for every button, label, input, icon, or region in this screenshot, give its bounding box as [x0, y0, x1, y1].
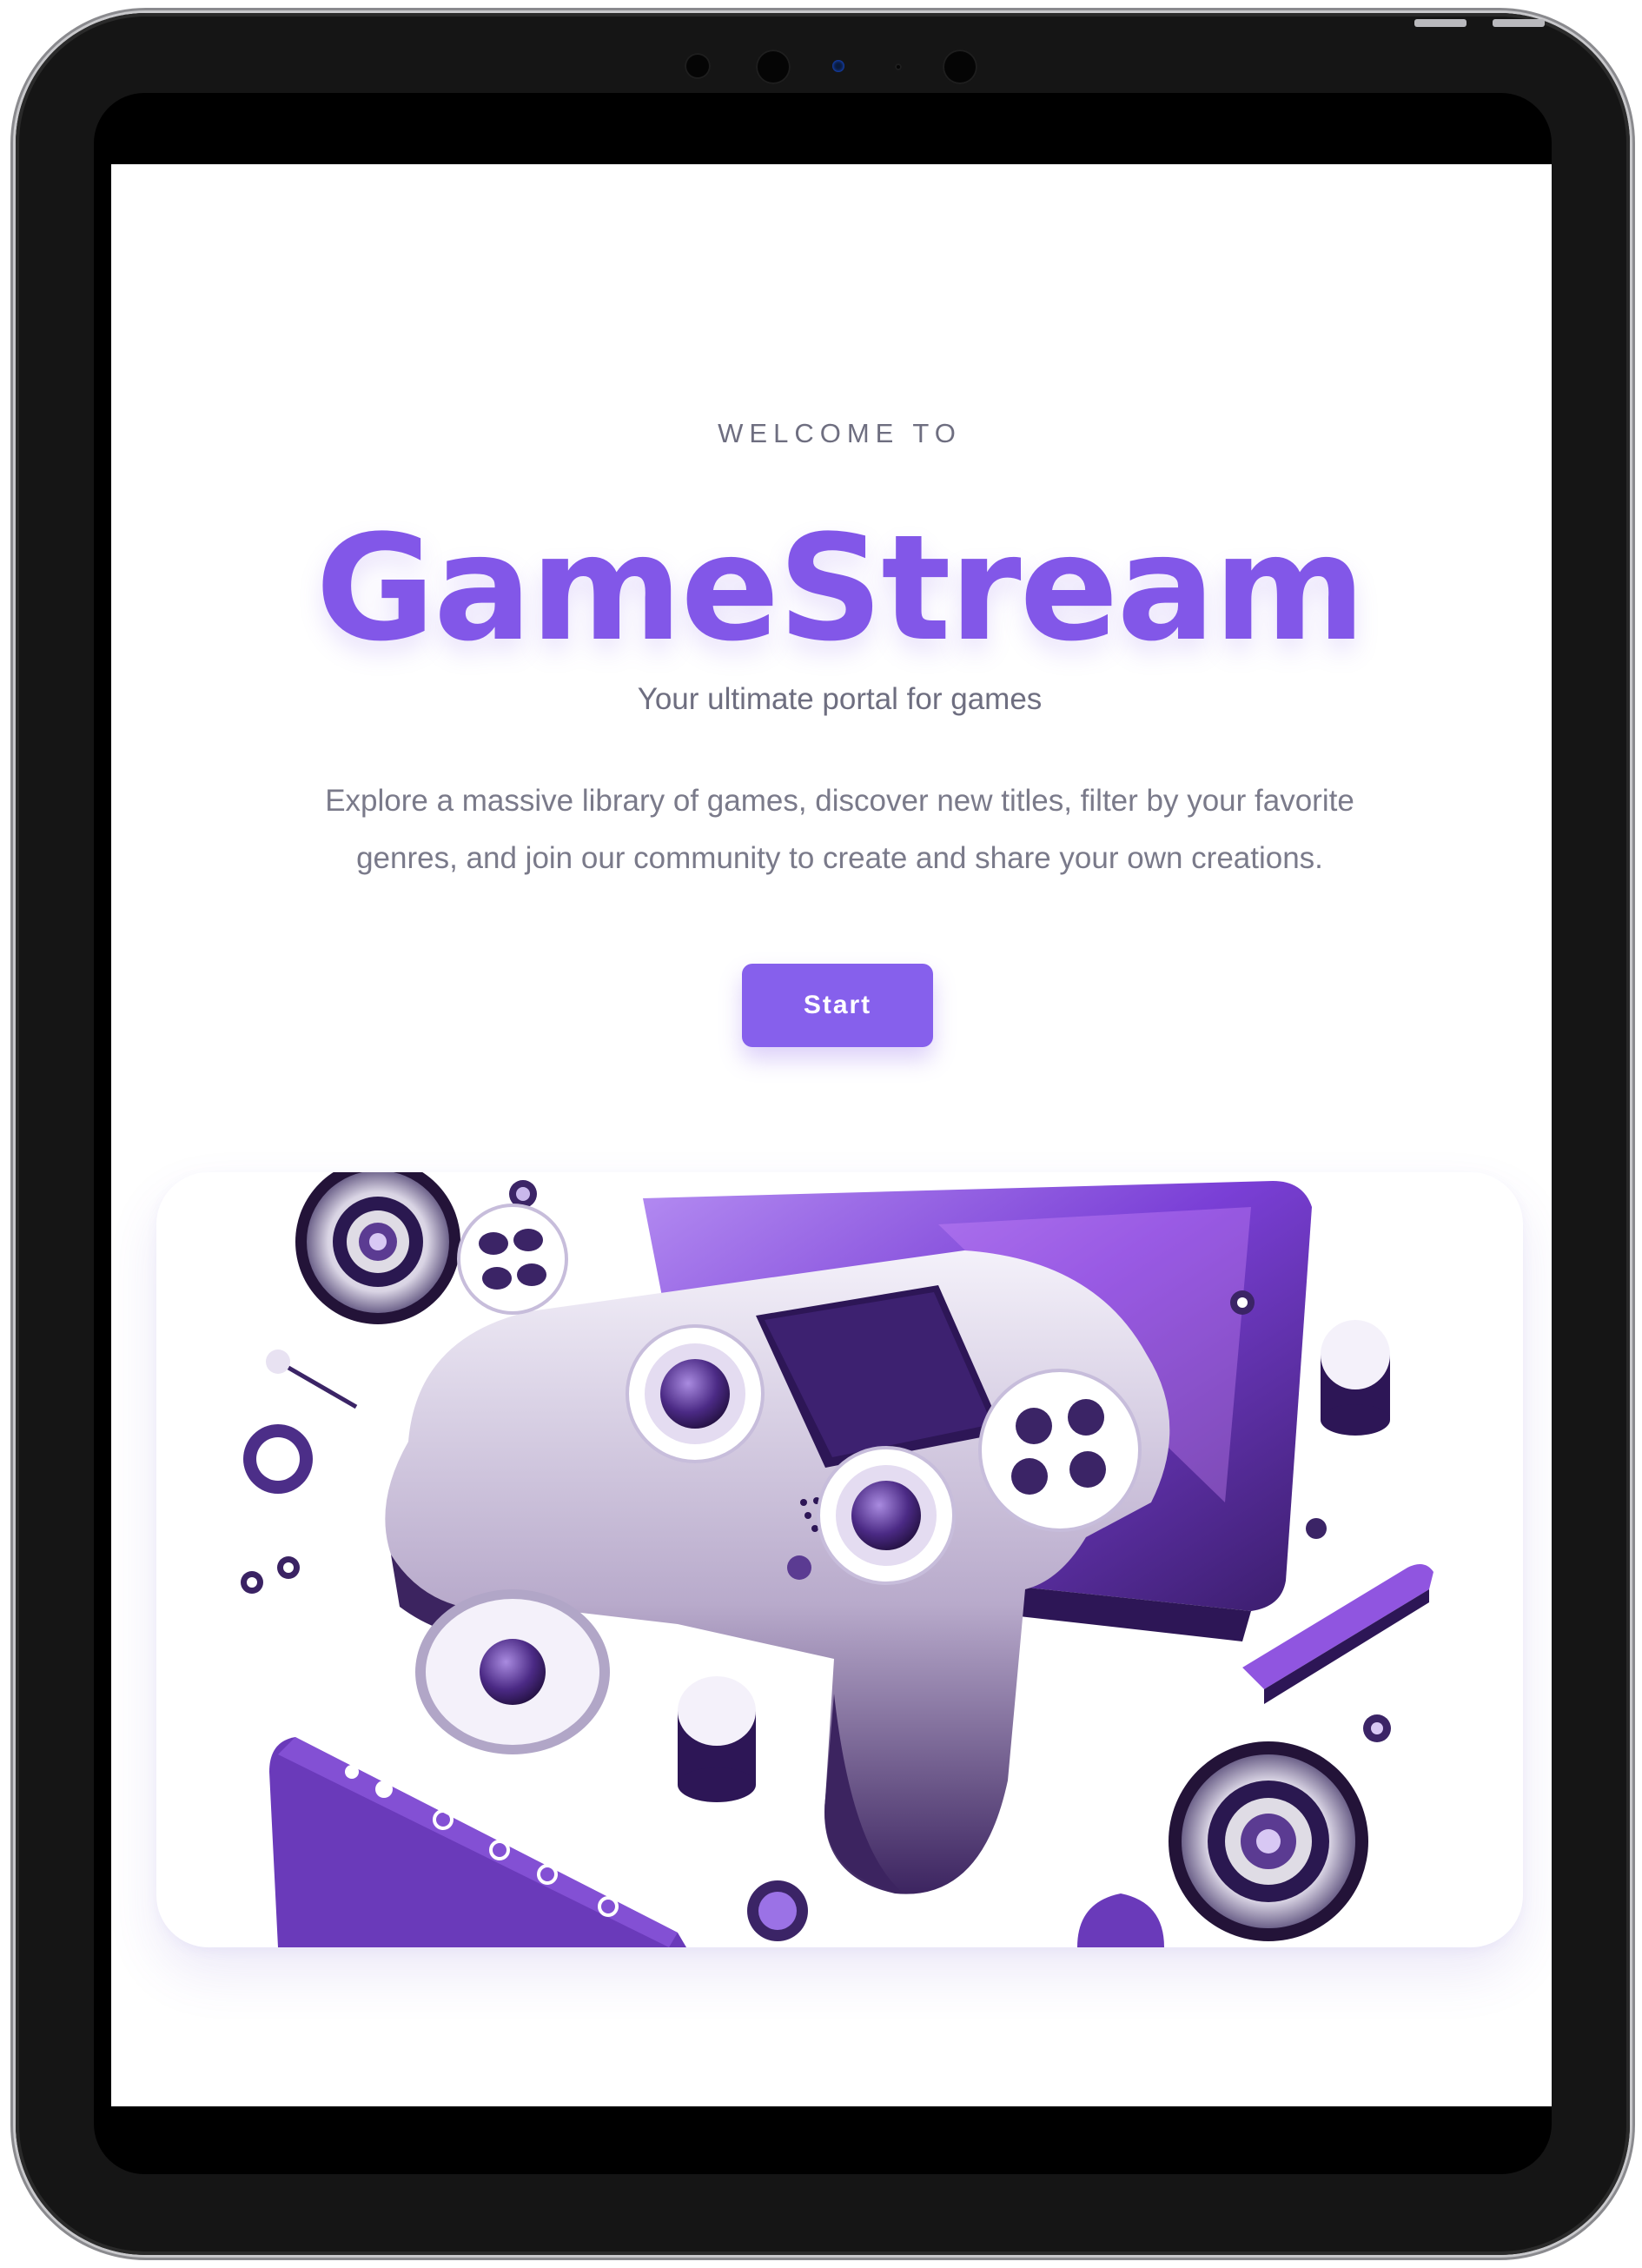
gamepad-illustration-icon	[241, 1172, 1433, 1947]
gamepad-controller-shape	[385, 1204, 1170, 1894]
start-button[interactable]: Start	[742, 964, 933, 1047]
bar-shape	[269, 1737, 686, 1947]
face-buttons-shape	[978, 1369, 1142, 1532]
front-camera-sensors	[16, 48, 1630, 86]
sensor-dot	[895, 63, 902, 70]
app-screen: WELCOME TO GameStream Your ultimate port…	[111, 164, 1552, 2106]
cylinder-shape	[1321, 1320, 1390, 1436]
sensor-dot	[685, 53, 711, 79]
screen-bezel: WELCOME TO GameStream Your ultimate port…	[94, 93, 1552, 2174]
sensor-dot	[756, 50, 791, 84]
dpad-shape	[457, 1204, 568, 1315]
hero-illustration-card	[156, 1172, 1523, 1947]
brand-title: GameStream	[315, 503, 1366, 673]
welcome-eyebrow: WELCOME TO	[718, 418, 962, 448]
top-button-secondary	[1493, 19, 1545, 27]
sensor-dot	[943, 50, 977, 84]
camera-icon	[832, 60, 844, 72]
cylinder-shape	[678, 1676, 756, 1802]
tagline: Your ultimate portal for games	[637, 682, 1043, 716]
left-stick-shape	[626, 1324, 765, 1463]
top-button	[1414, 19, 1467, 27]
gear-shape	[1169, 1741, 1368, 1941]
right-stick-shape	[817, 1446, 956, 1585]
tablet-device-frame: WELCOME TO GameStream Your ultimate port…	[16, 13, 1630, 2255]
ring-shape	[243, 1424, 313, 1494]
hero-description: Explore a massive library of games, disc…	[325, 784, 1354, 875]
button-disc-shape	[415, 1589, 610, 1754]
gear-shape	[295, 1172, 460, 1324]
